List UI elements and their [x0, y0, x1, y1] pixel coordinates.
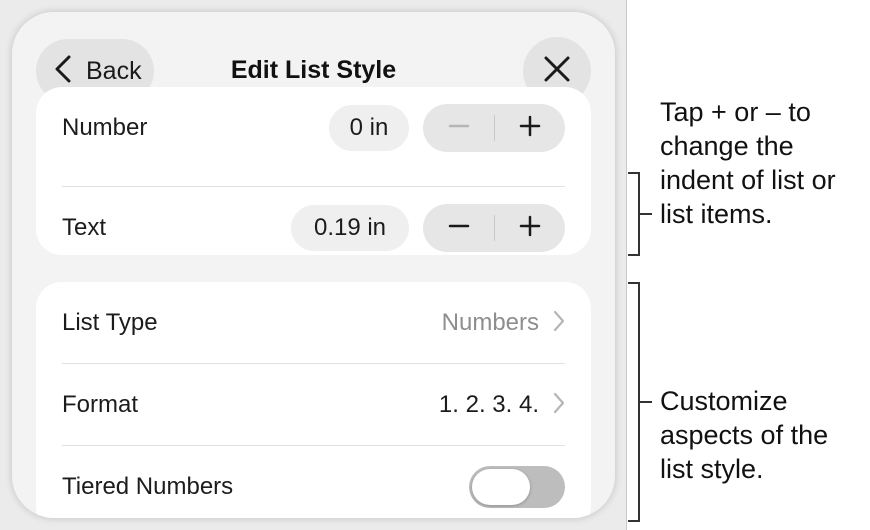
chevron-right-icon — [553, 392, 565, 419]
indent-card: Number 0 in Text 0.19 in — [36, 87, 591, 255]
chevron-right-icon — [553, 310, 565, 337]
list-type-value: Numbers — [441, 309, 539, 336]
text-increase-button[interactable] — [494, 204, 565, 252]
list-type-row[interactable]: List Type Numbers — [62, 282, 565, 364]
close-icon — [543, 55, 571, 88]
format-label: Format — [62, 391, 139, 418]
stepper-divider — [494, 215, 495, 241]
number-indent-stepper — [423, 104, 565, 152]
minus-icon — [448, 115, 470, 142]
stepper-divider — [494, 115, 495, 141]
edit-list-style-panel: Back Edit List Style Number 0 in Text 0.… — [12, 12, 615, 518]
indent-callout: Tap + or – to change the indent of list … — [660, 97, 836, 229]
number-indent-row: Number 0 in — [62, 87, 565, 169]
text-indent-label: Text — [62, 214, 107, 241]
indent-bracket — [628, 172, 640, 256]
customize-bracket — [628, 282, 640, 522]
customize-callout: Customize aspects of the list style. — [660, 386, 829, 484]
tiered-numbers-row: Tiered Numbers — [62, 446, 565, 518]
number-decrease-button[interactable] — [423, 104, 494, 152]
indent-bracket-tick — [640, 213, 652, 215]
list-type-label: List Type — [62, 309, 158, 336]
list-options-card: List Type Numbers Format 1. 2. 3. 4. Tie… — [36, 282, 591, 518]
customize-bracket-tick — [640, 401, 652, 403]
minus-icon — [448, 215, 470, 242]
text-indent-stepper — [423, 204, 565, 252]
plus-icon — [519, 115, 541, 142]
plus-icon — [519, 215, 541, 242]
toggle-knob — [472, 469, 530, 505]
text-indent-row: Text 0.19 in — [62, 187, 565, 269]
number-indent-label: Number — [62, 114, 148, 141]
text-indent-value[interactable]: 0.19 in — [291, 205, 409, 251]
format-row[interactable]: Format 1. 2. 3. 4. — [62, 364, 565, 446]
number-indent-value[interactable]: 0 in — [329, 105, 409, 151]
tiered-numbers-toggle[interactable] — [469, 466, 565, 508]
number-increase-button[interactable] — [494, 104, 565, 152]
tiered-numbers-label: Tiered Numbers — [62, 473, 234, 500]
text-decrease-button[interactable] — [423, 204, 494, 252]
format-value: 1. 2. 3. 4. — [438, 391, 539, 418]
